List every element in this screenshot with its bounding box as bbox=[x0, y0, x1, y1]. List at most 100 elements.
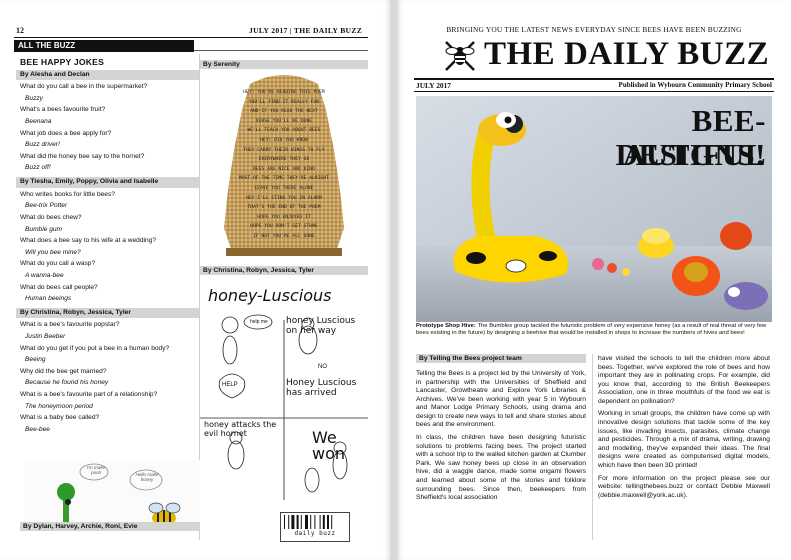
barcode-bar bbox=[327, 515, 329, 529]
comic-bubble-3: NO bbox=[318, 364, 327, 370]
bee-crossed-logo-icon bbox=[445, 41, 475, 71]
joke-group-byline: By Alesha and Declan bbox=[16, 69, 212, 81]
article-paragraph: For more information on the project plea… bbox=[598, 474, 770, 499]
barcode-text: daily buzz bbox=[294, 530, 336, 537]
joke-group-byline: By Tiesha, Emily, Poppy, Olivia and Isab… bbox=[16, 177, 212, 188]
joke-answer: Bee-bee bbox=[25, 425, 50, 433]
feature-photo: BEE-AUTIFUL DESIGNS! bbox=[416, 96, 772, 322]
joke-question: What is a baby bee called? bbox=[20, 414, 100, 422]
page-number: 12 bbox=[16, 26, 24, 35]
joke-answer: Beeing bbox=[25, 356, 46, 364]
barcode-bar bbox=[331, 515, 333, 529]
joke-question: What job does a bee apply for? bbox=[20, 129, 112, 137]
beehive-poem-image: HEY! YOU'RE READING THIS POEM YOU'LL FIND… bbox=[200, 70, 368, 260]
poem-line: YOU'LL FIND IT REALLY FUN bbox=[248, 99, 320, 105]
poem-line: BEES ARE NICE AND KIND bbox=[253, 166, 315, 172]
publisher-line: Published in Wybourn Community Primary S… bbox=[618, 81, 772, 89]
barcode-bar bbox=[305, 515, 308, 529]
poem-line: THAT'S THE END OF THE POEM bbox=[247, 205, 321, 211]
comic-panel-4: We won bbox=[312, 428, 346, 463]
article-paragraph: In class, the children have been designi… bbox=[416, 434, 586, 502]
joke-answer: Bee-trix Potter bbox=[25, 202, 68, 210]
left-page: 12 JULY 2017 | THE DAILY BUZZ ALL THE BU… bbox=[0, 0, 392, 560]
poem-line: LEAVE YOU THERE ALONE bbox=[254, 185, 314, 191]
jokes-title: BEE HAPPY JOKES bbox=[20, 57, 105, 67]
barcode-bar bbox=[310, 515, 312, 529]
poem-line: VERSE YOU'LL BE DONE bbox=[255, 118, 313, 124]
joke-answer: Will you bee mine? bbox=[25, 248, 81, 256]
poem-line: AND IF YOU READ THE NEXT bbox=[250, 109, 318, 115]
issue-date: JULY 2017 bbox=[416, 81, 451, 90]
bee-drawing-svg bbox=[24, 460, 200, 526]
jokes-column: BEE HAPPY JOKES By Alesha and Declan What… bbox=[16, 57, 212, 438]
joke-answer: Buzz off! bbox=[25, 164, 51, 172]
joke-question: What does a bee say to his wife at a wed… bbox=[20, 237, 156, 245]
joke-question: What do you call a bee in the supermarke… bbox=[20, 83, 148, 91]
poem-line: MOST OF THE TIME THEY'RE ALRIGHT bbox=[239, 176, 329, 182]
joke-answer: Buzz driver! bbox=[25, 141, 60, 149]
joke-answer: Bumble gum bbox=[25, 225, 63, 233]
article-paragraph: Telling the Bees is a project led by the… bbox=[416, 370, 586, 429]
poem-line: HOPE YOU DON'T GET STUNG bbox=[250, 224, 318, 230]
tagline: BRINGING YOU THE LATEST NEWS EVERYDAY SI… bbox=[446, 25, 742, 34]
joke-question: What do you get if you put a bee in a hu… bbox=[20, 344, 170, 352]
joke-group-byline: By Christina, Robyn, Jessica, Tyler bbox=[16, 307, 212, 319]
article-column-2: have visited the schools to tell the chi… bbox=[598, 355, 770, 504]
photo-caption: Prototype Shop Hive: The Bumbles group t… bbox=[416, 323, 772, 338]
masthead-rule bbox=[414, 78, 774, 80]
barcode-bar bbox=[288, 515, 290, 529]
headline-line-2: DESIGNS! bbox=[615, 137, 766, 172]
joke-question: What is a bee's favourite part of a rela… bbox=[20, 390, 158, 398]
joke-question: What do bees call people? bbox=[20, 283, 98, 291]
masthead-logo bbox=[440, 36, 480, 76]
article-paragraph: Working in small groups, the children ha… bbox=[598, 410, 770, 469]
barcode-bars bbox=[284, 515, 333, 529]
poem-line: HEY! DID YOU KNOW bbox=[260, 137, 308, 143]
joke-question: Why did the bee get married? bbox=[20, 367, 107, 375]
joke-question: What do you call a wasp? bbox=[20, 260, 96, 268]
column-divider bbox=[592, 354, 593, 540]
comic-panel-2: Honey Luscious has arrived bbox=[286, 378, 357, 398]
bee-bubble-2: Hello make honey bbox=[135, 472, 159, 482]
comic-caption: By Christina, Robyn, Jessica, Tyler bbox=[200, 266, 368, 275]
comic-bubble-2: HELP bbox=[222, 382, 238, 388]
joke-question: What did the honey bee say to the hornet… bbox=[20, 152, 145, 160]
joke-question: What is a bee's favourite popstar? bbox=[20, 321, 120, 329]
joke-question: Who writes books for little bees? bbox=[20, 190, 115, 198]
comic-panel-1: honey Luscious on her way bbox=[286, 316, 356, 336]
serenity-caption: By Serenity bbox=[200, 60, 368, 69]
bee-bubble-1: I'm make pool! bbox=[86, 465, 106, 475]
poem-text: HEY! YOU'RE READING THIS POEM YOU'LL FIND… bbox=[230, 88, 338, 242]
header-rule bbox=[14, 37, 368, 38]
poem-line: IF NOT YOU'RE ALL DONE bbox=[253, 233, 315, 239]
comic-panel-3: honey attacks the evil hornet bbox=[204, 420, 277, 438]
joke-answer: Justin Beeber bbox=[25, 332, 66, 340]
joke-answer: The honeymoon period bbox=[25, 402, 93, 410]
poem-line: THEY CARRY THEIR WINGS TO FLY bbox=[243, 147, 325, 153]
article-byline: By Telling the Bees project team bbox=[416, 354, 586, 363]
poem-line: EVERYWHERE THEY GO bbox=[258, 157, 310, 163]
poem-line: HOPE YOU ENJOYED IT bbox=[257, 214, 311, 220]
joke-answer: A wanna-bee bbox=[25, 271, 64, 279]
page-header: JULY 2017 | THE DAILY BUZZ bbox=[249, 26, 363, 35]
bee-drawing: I'm make pool! Hello make honey bbox=[24, 460, 200, 526]
article-column-1: Telling the Bees is a project led by the… bbox=[416, 370, 586, 507]
right-page: BRINGING YOU THE LATEST NEWS EVERYDAY SI… bbox=[396, 0, 791, 560]
barcode-bar bbox=[300, 515, 302, 529]
joke-answer: Because he found his honey bbox=[25, 379, 109, 387]
poem-line: WE'LL TEACH YOU ABOUT BEES bbox=[247, 128, 321, 134]
joke-question: What do bees chew? bbox=[20, 213, 82, 221]
joke-answer: Beenana bbox=[25, 118, 52, 126]
barcode-bar bbox=[291, 515, 295, 529]
photo-caption-label: Prototype Shop Hive: bbox=[416, 323, 476, 329]
joke-question: What's a bees favourite fruit? bbox=[20, 106, 106, 114]
joke-answer: Human beeings bbox=[25, 295, 72, 303]
comic-bubble-1: help me bbox=[250, 319, 268, 325]
section-bar: ALL THE BUZZ bbox=[14, 40, 194, 52]
barcode-bar bbox=[319, 515, 321, 529]
masthead-title: THE DAILY BUZZ bbox=[484, 36, 770, 72]
joke-groups: By Alesha and Declan What do you call a b… bbox=[16, 69, 212, 434]
bottom-credit: By Dylan, Harvey, Archie, Roni, Evie bbox=[20, 522, 200, 531]
masthead-rule-bottom bbox=[414, 91, 774, 92]
joke-answer: Buzzy bbox=[25, 94, 43, 102]
